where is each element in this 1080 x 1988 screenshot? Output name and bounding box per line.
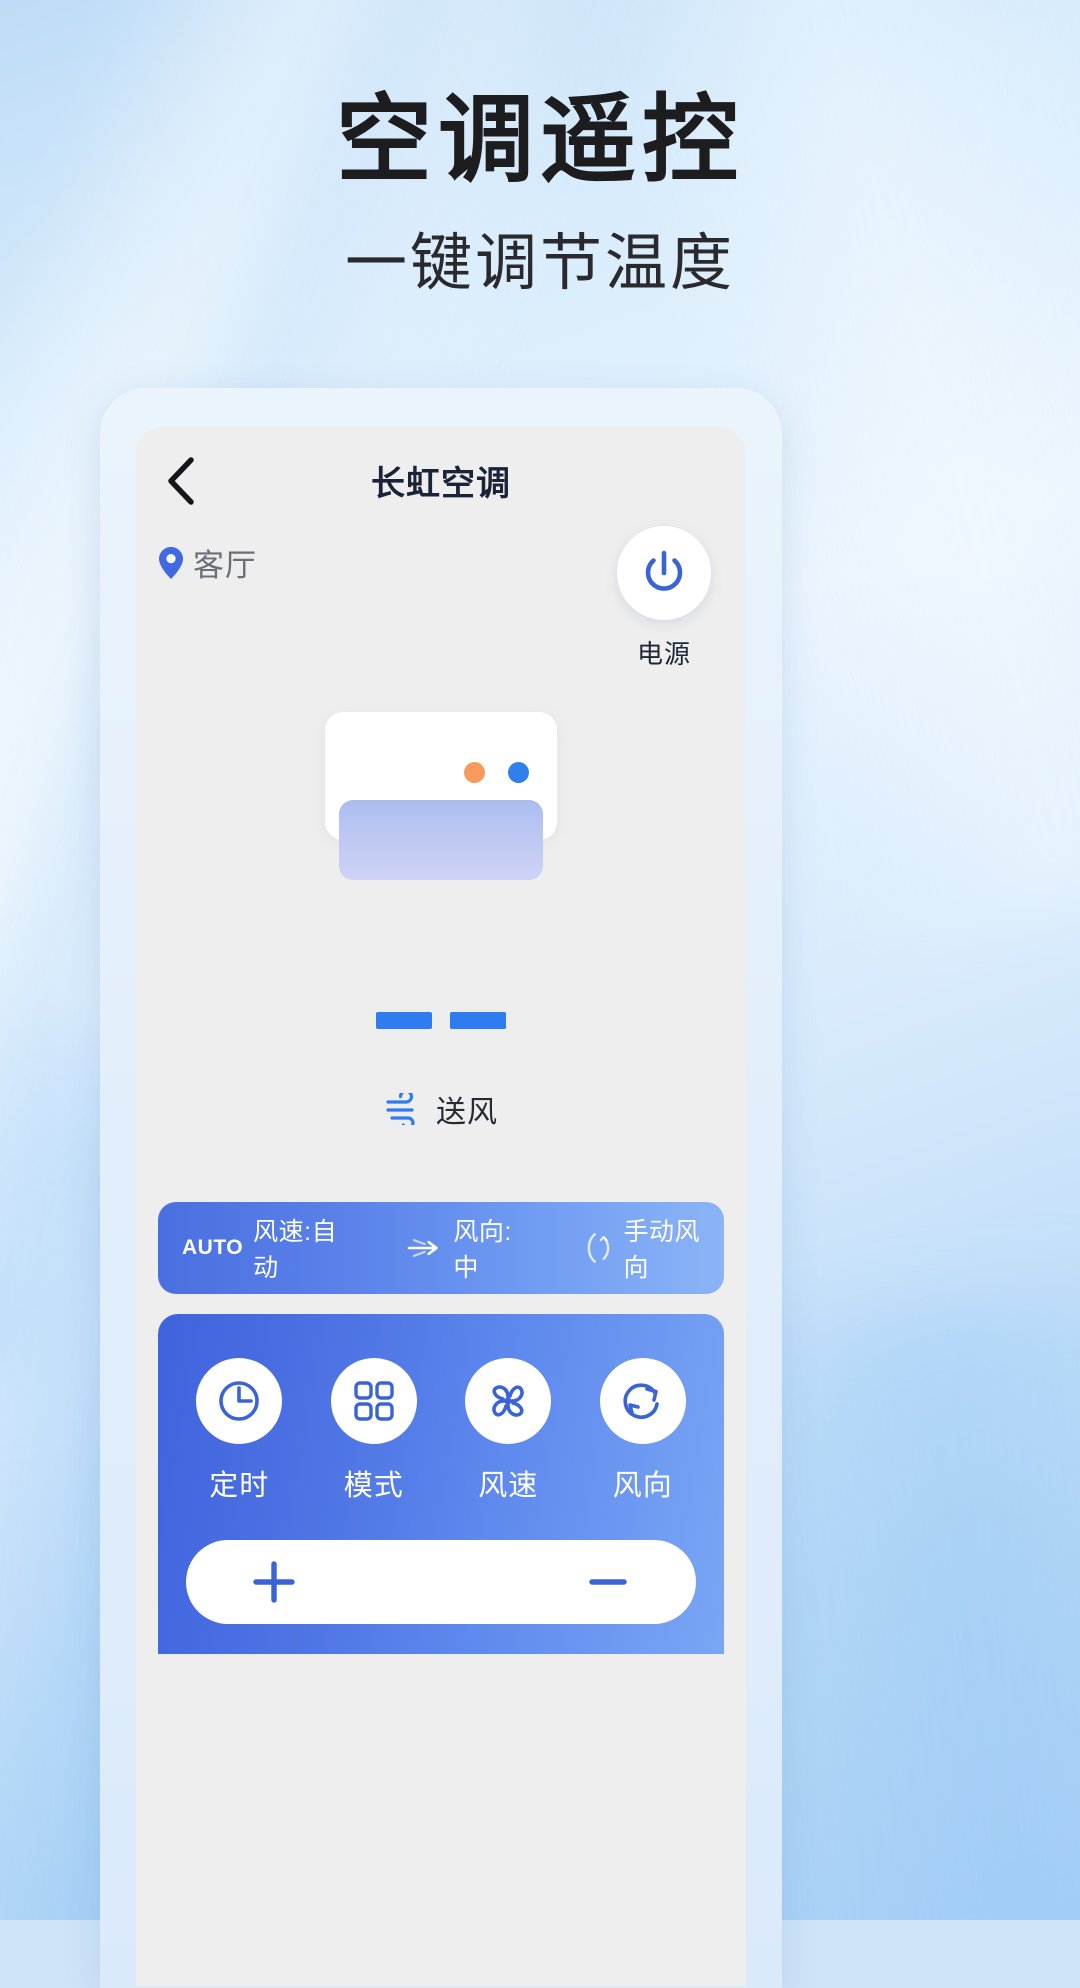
status-fan-speed[interactable]: AUTO 风速:自动 xyxy=(158,1212,360,1284)
control-mode[interactable]: 模式 xyxy=(320,1358,428,1504)
control-fan-speed[interactable]: 风速 xyxy=(454,1358,562,1504)
power-button[interactable] xyxy=(617,526,711,620)
location-label: 客厅 xyxy=(193,548,257,583)
page-title: 长虹空调 xyxy=(371,465,511,503)
control-timer[interactable]: 定时 xyxy=(185,1358,293,1504)
grid-icon xyxy=(354,1381,394,1421)
temperature-decrease-button[interactable] xyxy=(582,1556,634,1608)
status-wind-direction-label: 风向:中 xyxy=(453,1218,512,1282)
power-control: 电源 xyxy=(604,526,724,671)
control-panel: 定时 模式 风速 风向 xyxy=(158,1314,724,1654)
control-buttons-row: 定时 模式 风速 风向 xyxy=(158,1358,724,1504)
temperature-display: 送风 xyxy=(136,990,746,1180)
power-icon xyxy=(645,550,683,591)
mode-label: 送风 xyxy=(436,1096,498,1129)
swing-refresh-icon xyxy=(623,1383,659,1419)
location-row[interactable]: 客厅 xyxy=(158,540,257,585)
minus-icon xyxy=(589,1579,627,1585)
app-bar: 长虹空调 xyxy=(136,426,746,520)
wind-icon xyxy=(386,1093,415,1125)
temperature-dash-1 xyxy=(376,1012,432,1029)
phone-mockup: 长虹空调 客厅 电源 送风 AUTO 风速:自动 风向:中 手动风向 定时 模式… xyxy=(100,388,782,1988)
ac-indicator-orange-icon xyxy=(464,762,485,783)
timer-button[interactable] xyxy=(196,1358,283,1444)
ac-illustration xyxy=(136,690,746,990)
temperature-value xyxy=(136,990,746,1029)
mode-label-control: 模式 xyxy=(343,1470,404,1502)
ac-airflow-panel xyxy=(339,800,543,880)
status-bar: AUTO 风速:自动 风向:中 手动风向 xyxy=(158,1202,724,1294)
temperature-increase-button[interactable] xyxy=(248,1556,300,1608)
arrow-right-wind-icon xyxy=(407,1239,438,1257)
fan-icon xyxy=(492,1385,525,1417)
promo-subtitle: 一键调节温度 xyxy=(344,228,735,298)
mode-button[interactable] xyxy=(330,1358,417,1444)
control-swing[interactable]: 风向 xyxy=(589,1358,697,1504)
auto-text-icon: AUTO xyxy=(182,1236,244,1259)
promo-headline: 空调遥控 一键调节温度 xyxy=(0,0,1080,298)
app-screen: 长虹空调 客厅 电源 送风 AUTO 风速:自动 风向:中 手动风向 定时 模式… xyxy=(136,426,746,1986)
clock-icon xyxy=(219,1381,260,1421)
fan-speed-label: 风速 xyxy=(478,1470,539,1502)
ac-indicator-blue-icon xyxy=(508,762,529,783)
status-manual-swing-label: 手动风向 xyxy=(623,1218,701,1282)
swing-button[interactable] xyxy=(599,1358,686,1444)
timer-label: 定时 xyxy=(209,1470,270,1502)
promo-title: 空调遥控 xyxy=(336,87,744,194)
status-wind-direction[interactable]: 风向:中 xyxy=(406,1212,536,1284)
temperature-dash-2 xyxy=(450,1012,506,1029)
plus-icon xyxy=(253,1561,295,1603)
map-pin-icon xyxy=(159,546,183,579)
swing-manual-icon xyxy=(587,1233,610,1263)
power-label: 电源 xyxy=(636,639,691,669)
status-manual-swing[interactable]: 手动风向 xyxy=(582,1212,724,1284)
current-mode: 送风 xyxy=(136,1087,746,1131)
device-header: 客厅 电源 xyxy=(136,520,746,690)
temperature-stepper xyxy=(186,1540,696,1624)
status-fan-speed-label: 风速:自动 xyxy=(253,1218,338,1282)
swing-label: 风向 xyxy=(612,1470,673,1502)
fan-speed-button[interactable] xyxy=(465,1358,552,1444)
